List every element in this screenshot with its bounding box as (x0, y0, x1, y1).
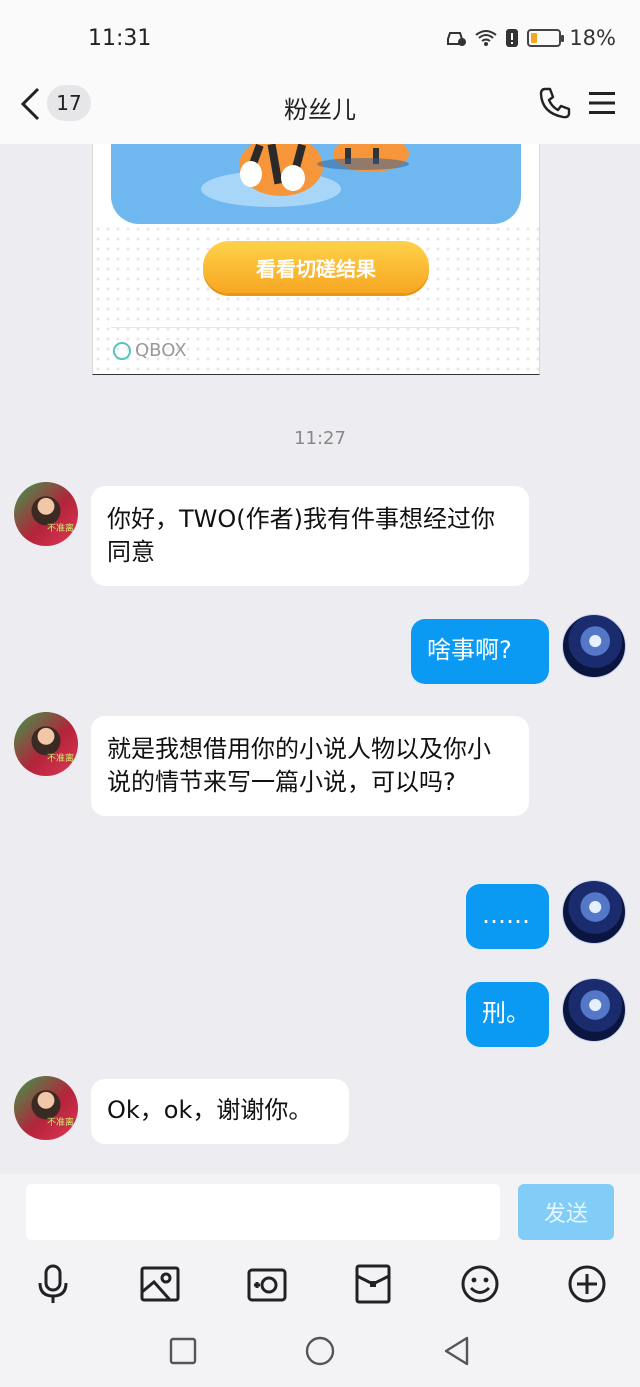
view-result-button[interactable]: 看看切磋结果 (203, 241, 429, 293)
avatar-tag: 不准离 (46, 524, 74, 534)
home-icon[interactable] (303, 1334, 337, 1368)
red-packet-icon[interactable] (351, 1262, 395, 1306)
my-avatar[interactable] (562, 978, 626, 1042)
status-time: 11:31 (88, 26, 152, 51)
my-avatar[interactable] (562, 614, 626, 678)
message-bubble-incoming[interactable]: Ok，ok，谢谢你。 (91, 1079, 349, 1144)
avatar-tag: 不准离 (46, 1118, 74, 1128)
contact-avatar[interactable]: 不准离 (14, 1076, 78, 1140)
battery-icon (527, 29, 565, 47)
top-bar: 11:31 18% 17 粉丝儿 (0, 0, 640, 144)
camera-icon[interactable] (245, 1262, 289, 1306)
message-bubble-outgoing[interactable]: 刑。 (466, 982, 549, 1047)
qbox-icon (113, 341, 131, 360)
message-bubble-outgoing[interactable]: …… (466, 884, 549, 949)
car-icon (447, 32, 467, 46)
send-button[interactable]: 发送 (518, 1184, 614, 1240)
composer: 发送 (0, 1174, 640, 1254)
message-input[interactable] (26, 1184, 500, 1240)
message-bubble-incoming[interactable]: 就是我想借用你的小说人物以及你小说的情节来写一篇小说，可以吗? (91, 716, 529, 816)
contact-avatar[interactable]: 不准离 (14, 712, 78, 776)
system-navbar (0, 1324, 640, 1387)
back-icon[interactable] (440, 1334, 474, 1368)
plus-icon[interactable] (565, 1262, 609, 1306)
message-bubble-outgoing[interactable]: 啥事啊? (411, 619, 549, 684)
status-icons: 18% (445, 26, 616, 50)
card-source-label: QBOX (135, 340, 187, 361)
recents-icon[interactable] (166, 1334, 200, 1368)
card-source: QBOX (113, 340, 187, 361)
card-illustration (111, 144, 521, 224)
input-toolbar (0, 1254, 640, 1324)
message-timestamp: 11:27 (294, 428, 346, 449)
microphone-icon[interactable] (31, 1262, 75, 1306)
battery-percent: 18% (569, 26, 616, 50)
phone-call-icon[interactable] (538, 86, 572, 120)
menu-icon[interactable] (588, 90, 616, 116)
contact-avatar[interactable]: 不准离 (14, 482, 78, 546)
emoji-icon[interactable] (458, 1262, 502, 1306)
my-avatar[interactable] (562, 880, 626, 944)
wifi-icon (475, 30, 497, 46)
message-bubble-incoming[interactable]: 你好，TWO(作者)我有件事想经过你同意 (91, 486, 529, 586)
tiger-illustration (201, 144, 409, 207)
shared-card[interactable]: 看看切磋结果 QBOX (92, 144, 540, 375)
avatar-tag: 不准离 (46, 754, 74, 764)
vibrate-icon (506, 29, 519, 47)
image-icon[interactable] (138, 1262, 182, 1306)
card-divider (111, 327, 519, 328)
